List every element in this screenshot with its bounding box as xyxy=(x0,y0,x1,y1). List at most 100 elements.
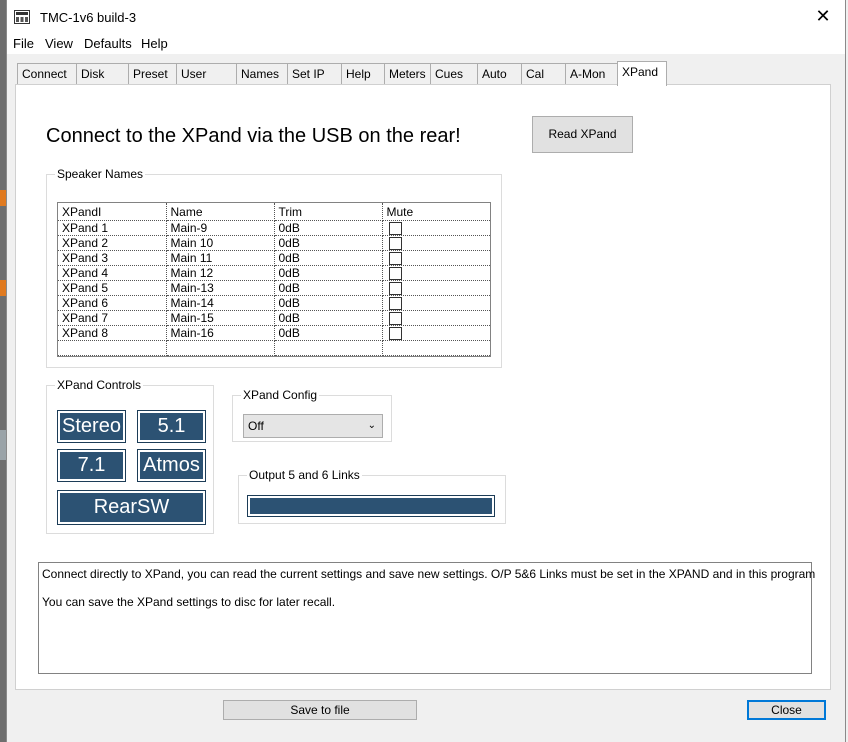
row-id: XPand 2 xyxy=(58,235,167,251)
tab-cal[interactable]: Cal xyxy=(521,63,566,84)
row-id: XPand 3 xyxy=(58,250,167,266)
close-icon[interactable]: ✕ xyxy=(811,6,835,27)
xpand-config-legend: XPand Config xyxy=(241,388,320,402)
row-trim[interactable]: 0dB xyxy=(274,265,383,281)
tab-set-ip[interactable]: Set IP xyxy=(287,63,342,84)
menu-defaults[interactable]: Defaults xyxy=(84,36,132,51)
mute-checkbox[interactable] xyxy=(388,236,402,250)
tab-names[interactable]: Names xyxy=(236,63,288,84)
table-row[interactable]: XPand 1 Main-9 0dB xyxy=(58,220,490,236)
column-header-trim[interactable]: Trim xyxy=(274,203,383,221)
mute-checkbox[interactable] xyxy=(388,251,402,265)
tab-a-mon[interactable]: A-Mon xyxy=(565,63,620,84)
tab-strip: Connect Disk Preset User Keys Names Set … xyxy=(15,61,835,101)
row-name[interactable]: Main-14 xyxy=(166,295,275,311)
menu-view[interactable]: View xyxy=(45,36,73,51)
column-header-mute[interactable]: Mute xyxy=(382,203,490,221)
mute-checkbox[interactable] xyxy=(388,266,402,280)
row-mute xyxy=(382,280,490,296)
mute-checkbox[interactable] xyxy=(388,221,402,235)
row-id: XPand 1 xyxy=(58,220,167,236)
xpand-config-group: XPand Config Off ⌄ xyxy=(232,388,392,442)
speaker-names-grid[interactable]: XPandI Name Trim Mute XPand 1 Main-9 0dB xyxy=(57,202,491,357)
five-one-button[interactable]: 5.1 xyxy=(137,410,206,443)
row-id: XPand 6 xyxy=(58,295,167,311)
row-name[interactable]: Main-16 xyxy=(166,325,275,341)
column-header-xpand[interactable]: XPandI xyxy=(58,203,167,221)
table-row-empty[interactable] xyxy=(58,340,490,356)
row-trim[interactable]: 0dB xyxy=(274,235,383,251)
xpand-tab-page: Connect to the XPand via the USB on the … xyxy=(15,84,831,690)
row-mute xyxy=(382,220,490,236)
row-mute xyxy=(382,265,490,281)
row-name[interactable]: Main-9 xyxy=(166,220,275,236)
menu-help[interactable]: Help xyxy=(141,36,168,51)
tab-user-keys[interactable]: User Keys xyxy=(176,63,237,101)
app-icon xyxy=(14,10,30,24)
mute-checkbox[interactable] xyxy=(388,296,402,310)
read-xpand-button[interactable]: Read XPand xyxy=(532,116,633,153)
tab-help[interactable]: Help xyxy=(341,63,385,84)
save-to-file-button[interactable]: Save to file xyxy=(223,700,417,720)
table-row[interactable]: XPand 6 Main-14 0dB xyxy=(58,295,490,311)
table-row[interactable]: XPand 5 Main-13 0dB xyxy=(58,280,490,296)
mute-checkbox[interactable] xyxy=(388,326,402,340)
rear-sw-button[interactable]: RearSW xyxy=(57,490,206,525)
row-mute xyxy=(382,295,490,311)
speaker-names-legend: Speaker Names xyxy=(55,167,146,181)
row-name[interactable]: Main 10 xyxy=(166,235,275,251)
row-trim[interactable]: 0dB xyxy=(274,325,383,341)
mute-checkbox[interactable] xyxy=(388,311,402,325)
row-trim[interactable]: 0dB xyxy=(274,295,383,311)
table-row[interactable]: XPand 2 Main 10 0dB xyxy=(58,235,490,251)
table-row[interactable]: XPand 3 Main 11 0dB xyxy=(58,250,490,266)
info-text-box[interactable]: Connect directly to XPand, you can read … xyxy=(38,562,816,674)
output-links-group: Output 5 and 6 Links xyxy=(238,468,506,524)
output-links-toggle[interactable] xyxy=(247,495,495,517)
tab-auto[interactable]: Auto xyxy=(477,63,522,84)
row-trim[interactable]: 0dB xyxy=(274,280,383,296)
atmos-button[interactable]: Atmos xyxy=(137,449,206,482)
row-mute xyxy=(382,310,490,326)
title-bar: TMC-1v6 build-3 ✕ xyxy=(7,0,845,34)
row-mute xyxy=(382,250,490,266)
speaker-names-group: Speaker Names XPandI Name Trim Mute XPan… xyxy=(46,167,502,368)
close-button[interactable]: Close xyxy=(747,700,826,720)
xpand-config-value: Off xyxy=(248,419,264,433)
tab-disk[interactable]: Disk xyxy=(76,63,129,84)
xpand-controls-legend: XPand Controls xyxy=(55,378,144,392)
row-name[interactable]: Main-13 xyxy=(166,280,275,296)
row-trim[interactable]: 0dB xyxy=(274,310,383,326)
column-header-name[interactable]: Name xyxy=(166,203,275,221)
row-id: XPand 7 xyxy=(58,310,167,326)
tab-xpand[interactable]: XPand xyxy=(617,61,667,86)
info-line-1: Connect directly to XPand, you can read … xyxy=(42,567,816,581)
row-trim[interactable]: 0dB xyxy=(274,250,383,266)
mute-checkbox[interactable] xyxy=(388,281,402,295)
menu-bar: File View Defaults Help xyxy=(7,34,845,54)
stereo-button[interactable]: Stereo xyxy=(57,410,126,443)
row-name[interactable]: Main 11 xyxy=(166,250,275,266)
tab-connect[interactable]: Connect xyxy=(17,63,77,84)
info-line-2: You can save the XPand settings to disc … xyxy=(42,595,336,609)
row-id: XPand 5 xyxy=(58,280,167,296)
chevron-down-icon: ⌄ xyxy=(367,420,376,431)
row-trim[interactable]: 0dB xyxy=(274,220,383,236)
seven-one-button[interactable]: 7.1 xyxy=(57,449,126,482)
row-mute xyxy=(382,325,490,341)
table-row[interactable]: XPand 7 Main-15 0dB xyxy=(58,310,490,326)
tab-cues[interactable]: Cues xyxy=(430,63,478,84)
menu-file[interactable]: File xyxy=(13,36,34,51)
table-row[interactable]: XPand 8 Main-16 0dB xyxy=(58,325,490,341)
xpand-controls-group: XPand Controls Stereo 5.1 7.1 Atmos Rear… xyxy=(46,378,214,534)
xpand-config-select[interactable]: Off ⌄ xyxy=(243,414,383,438)
row-id: XPand 8 xyxy=(58,325,167,341)
page-heading: Connect to the XPand via the USB on the … xyxy=(46,125,461,147)
app-window: TMC-1v6 build-3 ✕ File View Defaults Hel… xyxy=(6,0,846,742)
row-mute xyxy=(382,235,490,251)
row-name[interactable]: Main 12 xyxy=(166,265,275,281)
tab-preset[interactable]: Preset xyxy=(128,63,177,84)
tab-meters[interactable]: Meters xyxy=(384,63,431,84)
row-name[interactable]: Main-15 xyxy=(166,310,275,326)
table-row[interactable]: XPand 4 Main 12 0dB xyxy=(58,265,490,281)
